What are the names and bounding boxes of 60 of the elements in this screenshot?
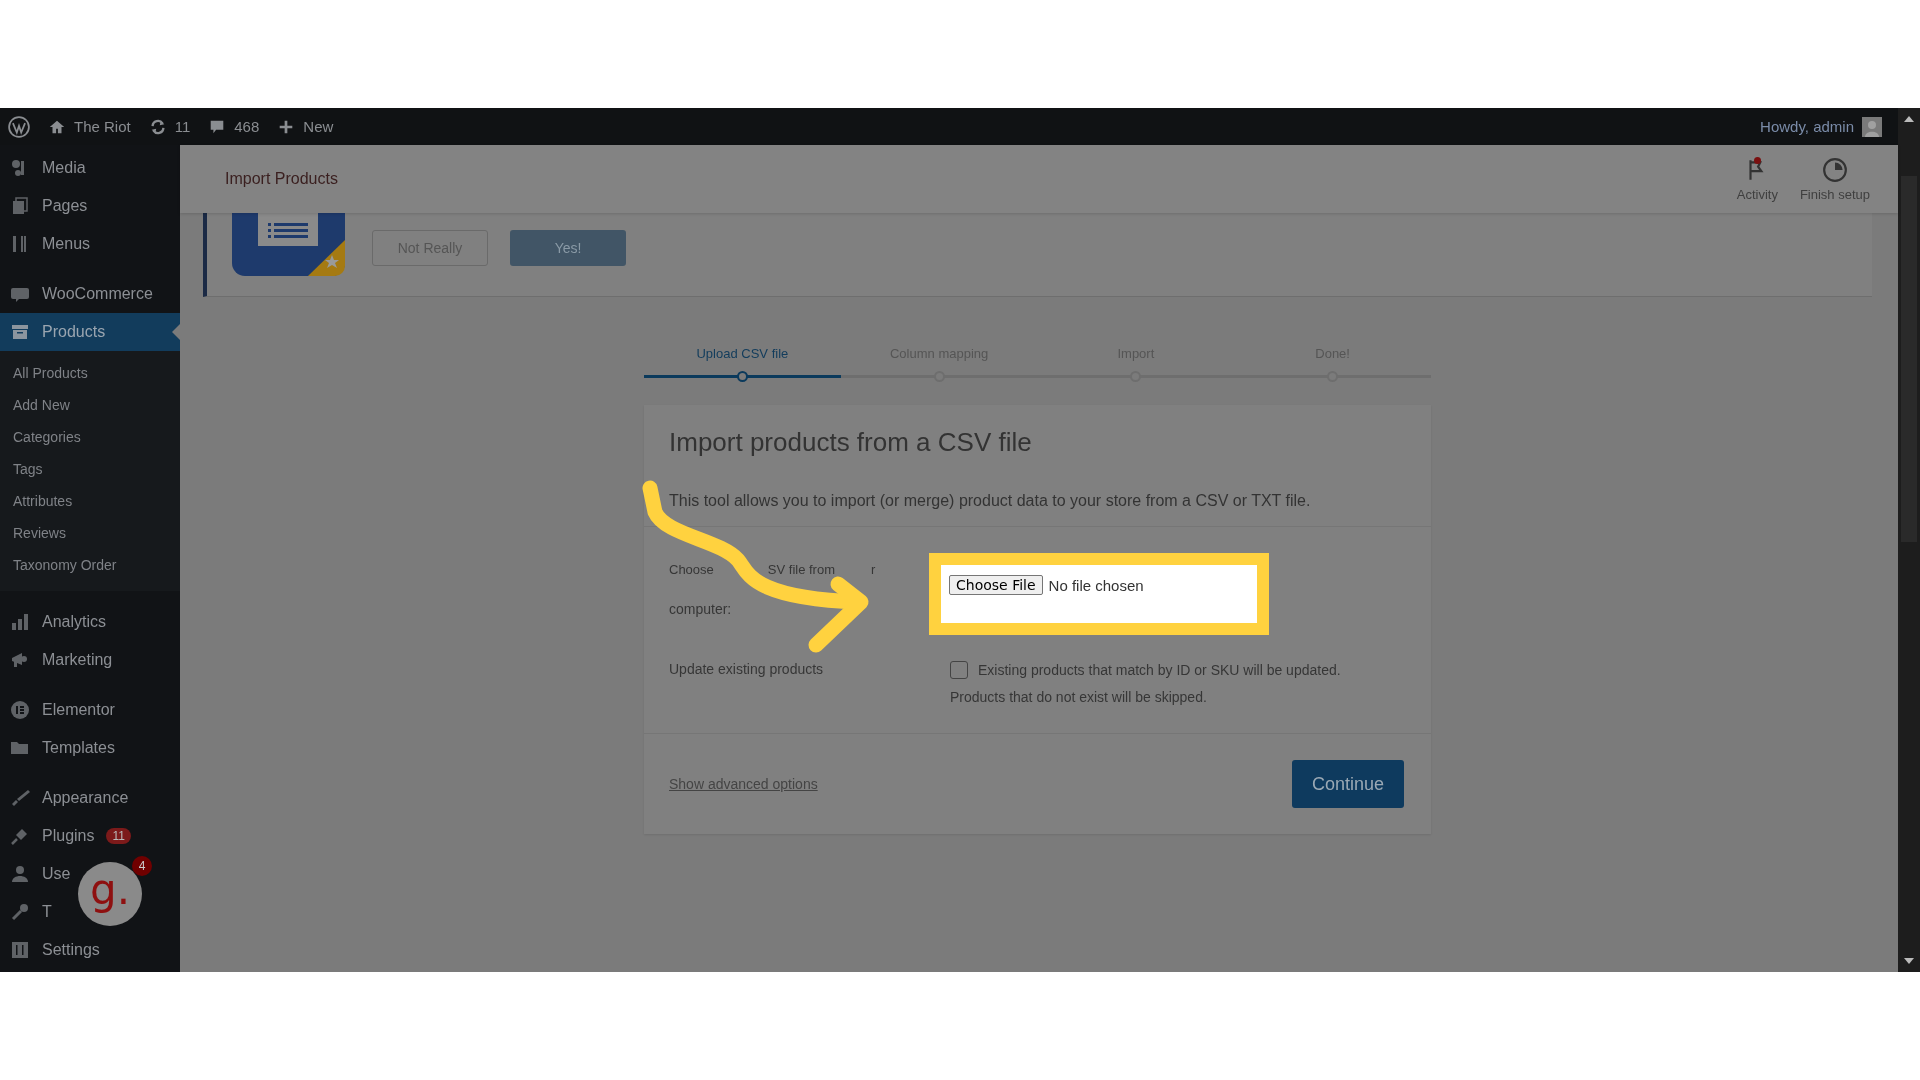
sidebar-item[interactable]: T	[0, 893, 56, 931]
submenu-item[interactable]: Taxonomy Order	[0, 549, 180, 581]
analytics-icon	[10, 612, 30, 632]
page-title: Import Products	[225, 170, 339, 188]
account-link[interactable]: Howdy, admin	[1760, 118, 1854, 135]
sidebar-item[interactable]: Media	[0, 149, 90, 187]
plugins-icon	[10, 826, 30, 846]
submenu-item[interactable]: Categories	[0, 421, 180, 453]
update-count-badge: 11	[106, 828, 131, 844]
sidebar-item[interactable]: Appearance	[0, 779, 133, 817]
products-icon	[10, 322, 30, 342]
new-link[interactable]: New	[277, 117, 334, 136]
pages-icon	[10, 196, 30, 216]
sidebar-item[interactable]: Marketing	[0, 641, 117, 679]
sidebar-item[interactable]: WooCommerce	[0, 275, 157, 313]
field-note: Products that do not exist will be skipped.	[950, 689, 1208, 705]
scrollbar[interactable]	[1898, 108, 1920, 972]
choose-file-button[interactable]: Choose File	[949, 575, 1043, 595]
file-status: No file chosen	[1048, 576, 1144, 594]
field-label-fragment: computer:	[669, 601, 733, 617]
sidebar-item[interactable]: Pages	[0, 187, 92, 225]
submenu-item[interactable]: Add New	[0, 389, 180, 421]
card-title: Import products from a CSV file	[669, 427, 1033, 458]
submenu-item[interactable]: All Products	[0, 357, 180, 389]
sidebar-item[interactable]: Settings	[0, 931, 104, 969]
file-input-field[interactable]: Choose File No file chosen	[929, 553, 1269, 635]
sidebar-item[interactable]: Templates	[0, 729, 119, 767]
updates-link[interactable]: 11	[148, 117, 191, 136]
field-label-fragment: SV file from	[767, 562, 835, 577]
sidebar-item[interactable]: Plugins 11	[0, 817, 135, 855]
field-label-fragment: Choose	[669, 562, 714, 577]
appearance-icon	[10, 788, 30, 808]
sidebar-item[interactable]: Products	[0, 313, 180, 351]
submenu-item[interactable]: Tags	[0, 453, 180, 485]
checkbox-label: Existing products that match by ID or SKU will be updated.	[978, 662, 1341, 678]
field-label: Update existing products	[669, 661, 825, 677]
users-icon	[10, 864, 30, 884]
scroll-up-icon[interactable]	[1904, 116, 1914, 122]
sidebar-item[interactable]: Use	[0, 855, 75, 893]
marketing-icon	[10, 650, 30, 670]
continue-button[interactable]: Continue	[1291, 760, 1404, 808]
sidebar-item[interactable]: Analytics	[0, 603, 111, 641]
submenu-item[interactable]: Attributes	[0, 485, 180, 517]
sidebar-item[interactable]: Menus	[0, 225, 95, 263]
header-action[interactable]: Finish setup	[1799, 156, 1870, 202]
submenu-item[interactable]: Reviews	[0, 517, 180, 549]
card-description: This tool allows you to import (or merge) product data to your store from a CSV or TXT file.	[669, 492, 1312, 510]
step-label: Upload CSV file	[695, 346, 790, 361]
wordpress-logo-icon[interactable]	[8, 115, 30, 138]
elementor-icon	[10, 700, 30, 720]
comments-link[interactable]: 468	[208, 117, 260, 136]
progress-circle-icon	[1821, 156, 1848, 183]
header-action[interactable]: Activity	[1736, 156, 1778, 202]
site-link[interactable]: The Riot	[48, 117, 131, 136]
scroll-down-icon[interactable]	[1904, 958, 1914, 964]
avatar-icon[interactable]	[1862, 116, 1882, 137]
settings-icon	[10, 940, 30, 960]
sidebar-item[interactable]: Elementor	[0, 691, 119, 729]
update-checkbox[interactable]	[950, 661, 968, 679]
field-label-fragment: r	[871, 562, 876, 577]
